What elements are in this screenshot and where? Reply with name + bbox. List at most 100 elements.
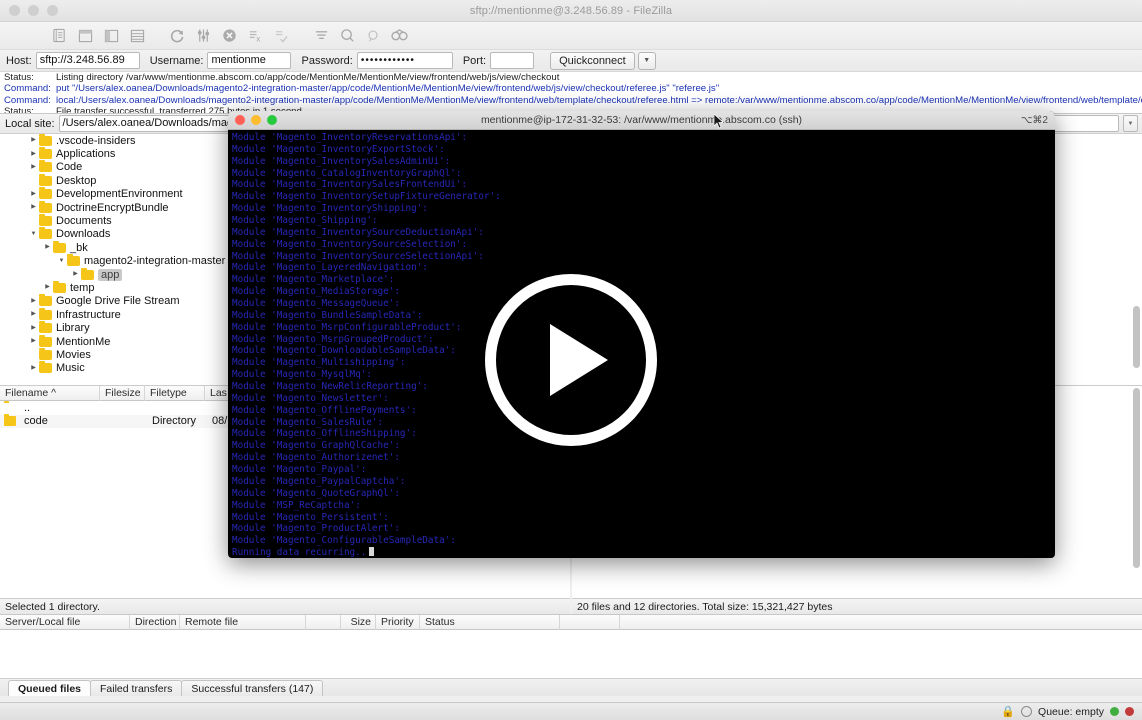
column-header[interactable]: Size — [341, 615, 376, 630]
column-header[interactable]: Filename ^ — [0, 386, 100, 401]
queue-tab[interactable]: Queued files — [8, 680, 91, 696]
process-queue-icon[interactable] — [192, 25, 214, 47]
chevron-down-icon[interactable]: ▼ — [28, 228, 39, 241]
folder-icon — [39, 296, 52, 306]
filter-icon[interactable] — [310, 25, 332, 47]
tree-node-label: Music — [56, 362, 85, 374]
host-input[interactable]: sftp://3.248.56.89 — [36, 52, 140, 69]
tree-node-label: temp — [70, 282, 94, 294]
video-play-overlay[interactable] — [485, 274, 657, 446]
queue-list[interactable] — [0, 630, 1142, 676]
column-header[interactable]: Remote file — [180, 615, 306, 630]
remote-list-scrollbar[interactable] — [1132, 388, 1141, 596]
terminal-cursor — [369, 547, 374, 556]
chevron-right-icon[interactable]: ▶ — [28, 362, 39, 375]
folder-icon — [39, 176, 52, 186]
tree-node-label: .vscode-insiders — [56, 135, 135, 147]
toggle-local-tree-icon[interactable] — [100, 25, 122, 47]
queue-tab[interactable]: Failed transfers — [90, 680, 182, 696]
bottom-status-bar: 🔒 Queue: empty — [0, 702, 1142, 720]
tree-node-label: Movies — [56, 349, 91, 361]
quickconnect-button[interactable]: Quickconnect — [550, 52, 635, 70]
terminal-line: Running data recurring.. — [232, 547, 1055, 558]
folder-icon — [4, 416, 16, 426]
folder-icon — [39, 203, 52, 213]
chevron-right-icon[interactable]: ▶ — [28, 161, 39, 174]
remote-status-text: 20 files and 12 directories. Total size:… — [572, 598, 1142, 614]
terminal-line: Module 'Magento_CatalogInventoryGraphQl'… — [232, 168, 1055, 180]
queue-header: Server/Local fileDirectionRemote file Siz… — [0, 615, 1142, 630]
cancel-icon[interactable] — [218, 25, 240, 47]
reconnect-icon[interactable] — [270, 25, 292, 47]
tree-node-label: Library — [56, 322, 90, 334]
synchronized-browsing-icon[interactable] — [362, 25, 384, 47]
message-log[interactable]: Status:Listing directory /var/www/mentio… — [0, 72, 1142, 114]
terminal-line: Module 'Magento_QuoteGraphQl': — [232, 488, 1055, 500]
chevron-right-icon[interactable]: ▶ — [28, 188, 39, 201]
chevron-right-icon[interactable]: ▶ — [28, 134, 39, 147]
chevron-right-icon[interactable]: ▶ — [28, 148, 39, 161]
tree-node-label: Desktop — [56, 175, 96, 187]
chevron-right-icon[interactable]: ▶ — [28, 295, 39, 308]
log-kind: Command: — [0, 83, 52, 94]
tree-node-label: Google Drive File Stream — [56, 295, 180, 307]
port-input[interactable] — [490, 52, 534, 69]
folder-icon — [67, 256, 80, 266]
compare-directories-icon[interactable] — [336, 25, 358, 47]
column-header[interactable]: Server/Local file — [0, 615, 130, 630]
chevron-down-icon[interactable]: ▼ — [1123, 115, 1138, 132]
tree-node-label: Infrastructure — [56, 309, 121, 321]
local-site-label: Local site: — [5, 118, 55, 130]
username-input[interactable]: mentionme — [207, 52, 291, 69]
column-header[interactable]: Priority — [376, 615, 420, 630]
column-header[interactable]: Filetype — [145, 386, 205, 401]
terminal-line: Module 'MSP_ReCaptcha': — [232, 500, 1055, 512]
remote-tree-scrollbar[interactable] — [1132, 136, 1141, 384]
chevron-down-icon[interactable]: ▼ — [638, 52, 656, 70]
disconnect-icon[interactable]: x — [244, 25, 266, 47]
terminal-line: Module 'Magento_InventorySourceSelection… — [232, 251, 1055, 263]
column-header[interactable]: Direction — [130, 615, 180, 630]
terminal-line: Module 'Magento_Paypal': — [232, 464, 1055, 476]
site-manager-icon[interactable] — [48, 25, 70, 47]
folder-icon — [53, 283, 66, 293]
toggle-message-log-icon[interactable] — [74, 25, 96, 47]
filezilla-window: sftp://mentionme@3.248.56.89 - FileZilla… — [0, 0, 1142, 720]
chevron-right-icon[interactable]: ▶ — [70, 268, 81, 281]
window-title: sftp://mentionme@3.248.56.89 - FileZilla — [0, 5, 1142, 17]
folder-icon — [39, 216, 52, 226]
column-header[interactable] — [560, 615, 620, 630]
chevron-right-icon[interactable]: ▶ — [28, 201, 39, 214]
terminal-line: Module 'Magento_InventoryReservationsApi… — [232, 132, 1055, 144]
terminal-title: mentionme@ip-172-31-32-53: /var/www/ment… — [228, 114, 1055, 126]
log-row: Command:put "/Users/alex.oanea/Downloads… — [0, 83, 1142, 94]
folder-icon — [39, 323, 52, 333]
quickconnect-bar: Host: sftp://3.248.56.89 Username: menti… — [0, 50, 1142, 72]
folder-icon — [53, 243, 66, 253]
log-kind: Status: — [0, 106, 52, 114]
find-files-icon[interactable] — [388, 25, 410, 47]
terminal-line: Module 'Magento_InventoryExportStock': — [232, 144, 1055, 156]
tree-node-label: DoctrineEncryptBundle — [56, 202, 169, 214]
password-label: Password: — [301, 55, 352, 67]
queue-tab[interactable]: Successful transfers (147) — [181, 680, 323, 696]
terminal-line: Module 'Magento_InventorySourceDeduction… — [232, 227, 1055, 239]
folder-icon — [39, 229, 52, 239]
chevron-right-icon[interactable]: ▶ — [28, 308, 39, 321]
chevron-right-icon[interactable]: ▶ — [42, 241, 53, 254]
chevron-right-icon[interactable]: ▶ — [28, 335, 39, 348]
lock-icon: 🔒 — [1001, 705, 1015, 718]
chevron-down-icon[interactable]: ▼ — [56, 255, 67, 268]
toggle-transfer-queue-icon[interactable] — [126, 25, 148, 47]
refresh-icon[interactable] — [166, 25, 188, 47]
terminal-line: Module 'Magento_ConfigurableSampleData': — [232, 535, 1055, 547]
chevron-right-icon[interactable]: ▶ — [42, 281, 53, 294]
play-button[interactable] — [485, 274, 657, 446]
blank-icon — [4, 403, 16, 413]
column-header[interactable]: Status — [420, 615, 560, 630]
password-input[interactable]: •••••••••••• — [357, 52, 453, 69]
folder-icon — [39, 363, 52, 373]
column-header[interactable]: Filesize — [100, 386, 145, 401]
chevron-right-icon[interactable]: ▶ — [28, 322, 39, 335]
column-header[interactable] — [306, 615, 341, 630]
